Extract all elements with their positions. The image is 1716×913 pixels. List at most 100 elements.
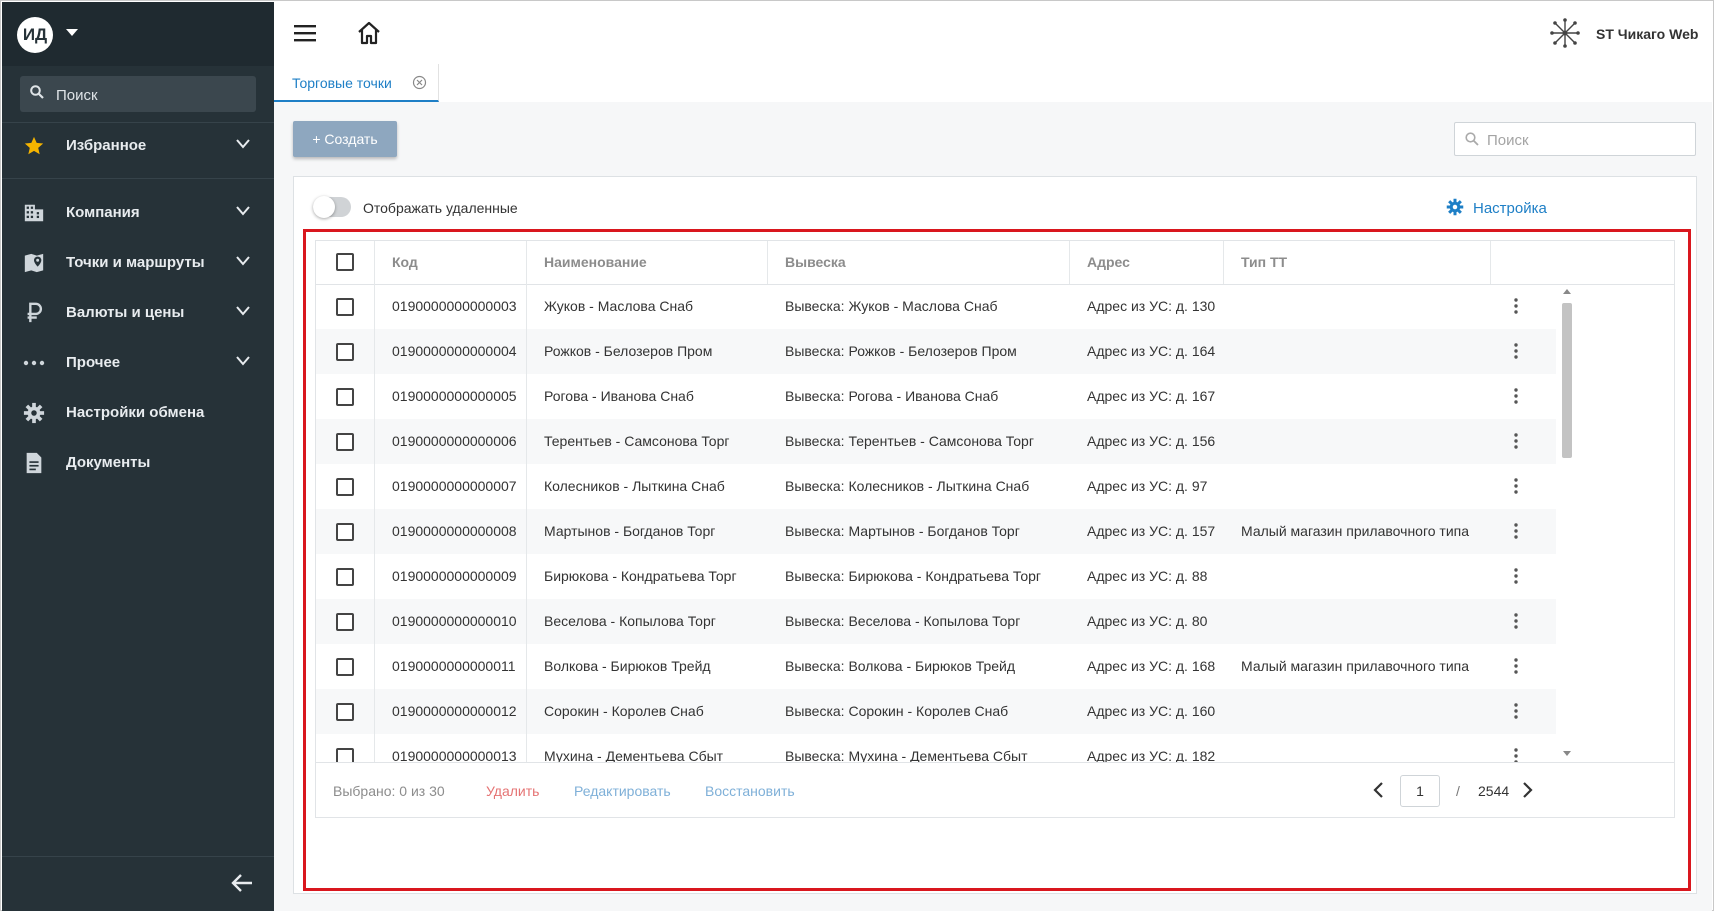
- row-menu-icon[interactable]: [1514, 703, 1518, 719]
- row-menu-icon[interactable]: [1514, 388, 1518, 404]
- row-checkbox[interactable]: [336, 433, 354, 451]
- chevron-down-icon: [236, 356, 250, 366]
- content-search[interactable]: [1454, 122, 1696, 157]
- row-menu-icon[interactable]: [1514, 748, 1518, 762]
- cell-name: Сорокин - Королев Снаб: [544, 703, 704, 719]
- scroll-thumb[interactable]: [1562, 303, 1572, 458]
- column-header-code[interactable]: Код: [375, 241, 527, 284]
- row-checkbox[interactable]: [336, 298, 354, 316]
- cell-code: 0190000000000011: [392, 644, 527, 689]
- home-icon[interactable]: [356, 20, 382, 46]
- cell-code: 0190000000000010: [392, 599, 527, 644]
- dots-horizontal-icon: [22, 351, 46, 375]
- cell-sign: Вывеска: Мартынов - Богданов Торг: [785, 523, 1020, 539]
- sidebar-item-currencies[interactable]: Валюты и цены: [2, 290, 274, 334]
- table-row[interactable]: 0190000000000007 Колесников - Лыткина Сна…: [316, 464, 1556, 509]
- selected-count: Выбрано: 0 из 30: [333, 783, 445, 799]
- column-header-name[interactable]: Наименование: [527, 241, 768, 284]
- row-checkbox[interactable]: [336, 748, 354, 762]
- table-row[interactable]: 0190000000000004 Рожков - Белозеров Пром В…: [316, 329, 1556, 374]
- caret-down-icon[interactable]: [66, 24, 78, 40]
- cell-sign: Вывеска: Рожков - Белозеров Пром: [785, 343, 1017, 359]
- total-pages: 2544: [1478, 783, 1510, 799]
- row-menu-icon[interactable]: [1514, 658, 1518, 674]
- column-header-actions: [1491, 241, 1674, 284]
- row-checkbox[interactable]: [336, 523, 354, 541]
- table-row[interactable]: 0190000000000012 Сорокин - Королев Снаб Вы…: [316, 689, 1556, 734]
- row-menu-icon[interactable]: [1514, 478, 1518, 494]
- sidebar-item-company[interactable]: Компания: [2, 190, 274, 234]
- restore-button[interactable]: Восстановить: [705, 783, 795, 799]
- cell-name: Волкова - Бирюков Трейд: [544, 658, 711, 674]
- column-header-address[interactable]: Адрес: [1070, 241, 1224, 284]
- sidebar-item-favorites[interactable]: Избранное: [2, 123, 274, 167]
- cell-address: Адрес из УС: д. 156: [1087, 433, 1216, 449]
- header-checkbox-cell: [316, 241, 375, 284]
- row-menu-icon[interactable]: [1514, 568, 1518, 584]
- table-row[interactable]: 0190000000000009 Бирюкова - Кондратьева Т…: [316, 554, 1556, 599]
- row-checkbox[interactable]: [336, 343, 354, 361]
- row-checkbox-cell: [316, 599, 375, 644]
- page-separator: /: [1456, 783, 1460, 799]
- table-row[interactable]: 0190000000000005 Рогова - Иванова Снаб Выв…: [316, 374, 1556, 419]
- chevron-left-icon[interactable]: [1372, 782, 1384, 798]
- sidebar-search[interactable]: [20, 76, 256, 114]
- cell-address: Адрес из УС: д. 182: [1087, 748, 1216, 762]
- row-checkbox-cell: [316, 509, 375, 554]
- delete-button[interactable]: Удалить: [486, 783, 539, 799]
- sidebar-footer: [2, 856, 274, 912]
- column-header-type[interactable]: Тип ТТ: [1224, 241, 1491, 284]
- row-checkbox-cell: [316, 464, 375, 509]
- select-all-checkbox[interactable]: [336, 253, 354, 271]
- table-row[interactable]: 0190000000000003 Жуков - Маслова Снаб Выве…: [316, 284, 1556, 329]
- cell-name: Рогова - Иванова Снаб: [544, 388, 694, 404]
- tab-label: Торговые точки: [292, 75, 392, 91]
- cell-type: [1241, 419, 1491, 464]
- sidebar-item-documents[interactable]: Документы: [2, 440, 274, 484]
- close-circle-icon[interactable]: [412, 75, 427, 90]
- page-input[interactable]: [1400, 775, 1440, 807]
- tab-retail-points[interactable]: Торговые точки: [274, 64, 439, 102]
- avatar[interactable]: ИД: [17, 17, 53, 53]
- sidebar-item-exchange-settings[interactable]: Настройки обмена: [2, 390, 274, 434]
- sidebar-item-label: Валюты и цены: [66, 303, 185, 321]
- arrow-left-icon[interactable]: [230, 871, 254, 895]
- cell-sign: Вывеска: Рогова - Иванова Снаб: [785, 388, 999, 404]
- table-row[interactable]: 0190000000000013 Мухина - Дементьева Сбыт…: [316, 734, 1556, 762]
- cell-sign: Вывеска: Жуков - Маслова Снаб: [785, 298, 998, 314]
- chevron-down-icon: [236, 139, 250, 149]
- row-menu-icon[interactable]: [1514, 523, 1518, 539]
- table-row[interactable]: 0190000000000011 Волкова - Бирюков Трейд В…: [316, 644, 1556, 689]
- row-menu-icon[interactable]: [1514, 298, 1518, 314]
- column-header-sign[interactable]: Вывеска: [768, 241, 1070, 284]
- vertical-scrollbar[interactable]: [1560, 285, 1574, 763]
- chevron-down-icon: [236, 206, 250, 216]
- table-row[interactable]: 0190000000000008 Мартынов - Богданов Торг…: [316, 509, 1556, 554]
- row-checkbox[interactable]: [336, 568, 354, 586]
- cell-type: [1241, 689, 1491, 734]
- row-menu-icon[interactable]: [1514, 613, 1518, 629]
- row-menu-icon[interactable]: [1514, 343, 1518, 359]
- row-menu-icon[interactable]: [1514, 433, 1518, 449]
- sidebar-item-points-routes[interactable]: Точки и маршруты: [2, 240, 274, 284]
- content-search-input[interactable]: [1485, 123, 1689, 157]
- row-checkbox[interactable]: [336, 388, 354, 406]
- menu-icon[interactable]: [294, 24, 316, 42]
- row-checkbox[interactable]: [336, 613, 354, 631]
- scroll-down-icon[interactable]: [1563, 751, 1571, 756]
- row-checkbox[interactable]: [336, 703, 354, 721]
- show-deleted-toggle[interactable]: [313, 196, 351, 218]
- sidebar-item-label: Точки и маршруты: [66, 253, 205, 271]
- scroll-up-icon[interactable]: [1563, 289, 1571, 294]
- cell-name: Рожков - Белозеров Пром: [544, 343, 713, 359]
- create-button[interactable]: + Создать: [293, 121, 397, 157]
- sidebar-header: ИД: [2, 2, 274, 66]
- table-row[interactable]: 0190000000000010 Веселова - Копылова Торг…: [316, 599, 1556, 644]
- row-checkbox[interactable]: [336, 478, 354, 496]
- sidebar-item-other[interactable]: Прочее: [2, 340, 274, 384]
- edit-button[interactable]: Редактировать: [574, 783, 671, 799]
- chevron-right-icon[interactable]: [1522, 782, 1534, 798]
- table-row[interactable]: 0190000000000006 Терентьев - Самсонова То…: [316, 419, 1556, 464]
- sidebar-search-input[interactable]: [54, 76, 253, 114]
- row-checkbox[interactable]: [336, 658, 354, 676]
